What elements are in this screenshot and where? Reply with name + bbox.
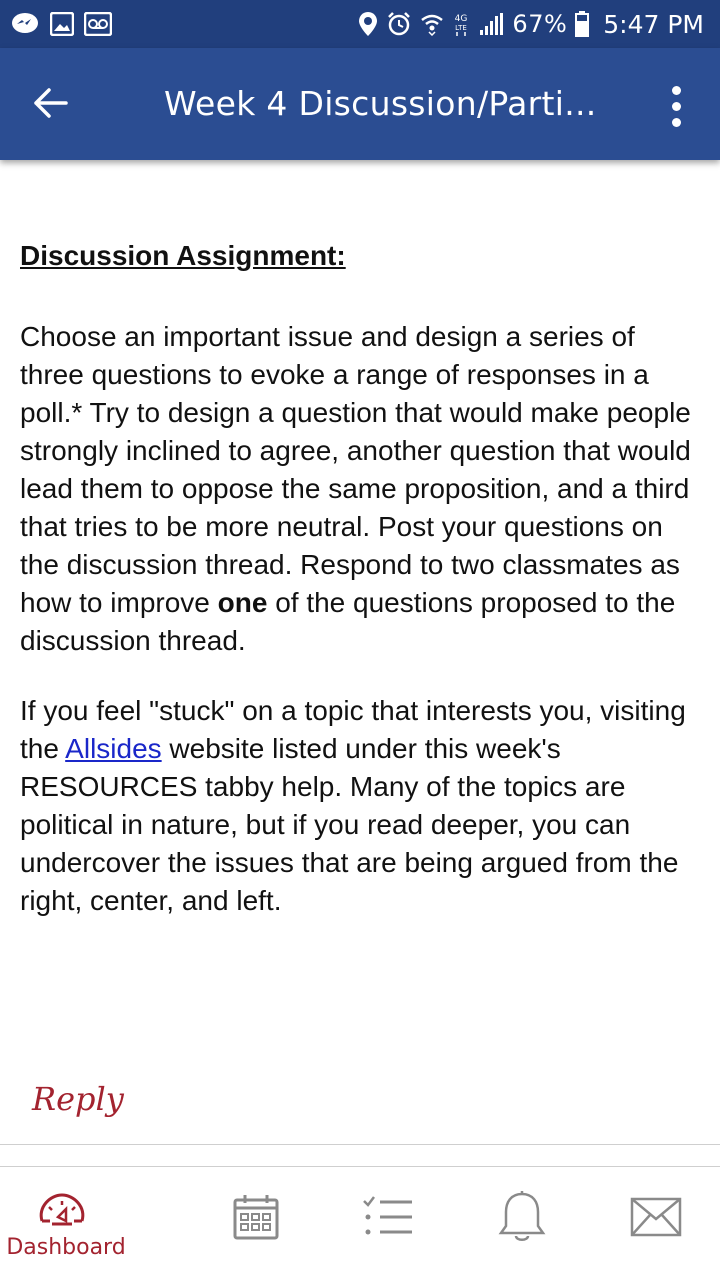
notifications-bell-icon [448, 1187, 596, 1247]
status-bar: 4G LTE 67% 5:47 PM [0, 0, 720, 48]
clock-time: 5:47 PM [603, 9, 704, 39]
alarm-icon [386, 11, 412, 37]
location-icon [358, 11, 378, 37]
wifi-icon [420, 12, 444, 36]
battery-icon [575, 11, 590, 37]
divider [0, 1144, 720, 1145]
nav-item-notifications[interactable] [448, 1167, 592, 1280]
inbox-envelope-icon [596, 1187, 716, 1247]
messenger-icon [10, 11, 40, 37]
svg-text:LTE: LTE [456, 24, 468, 32]
todo-list-icon [328, 1187, 448, 1247]
page-title: Week 4 Discussion/Parti... [164, 84, 597, 123]
network-icon: 4G LTE [452, 11, 470, 37]
status-bar-system: 4G LTE 67% 5:47 PM [358, 9, 704, 39]
status-bar-notifications [10, 10, 112, 38]
nav-label-dashboard: Dashboard [6, 1235, 126, 1260]
calendar-icon [184, 1187, 328, 1247]
back-button[interactable] [26, 78, 76, 128]
dashboard-icon [0, 1181, 124, 1241]
battery-percent: 67% [512, 10, 568, 38]
gallery-icon [50, 12, 74, 36]
nav-item-dashboard[interactable]: Dashboard [0, 1167, 144, 1280]
allsides-link[interactable]: Allsides [65, 733, 161, 764]
assignment-heading: Discussion Assignment: [20, 240, 346, 271]
more-options-button[interactable] [656, 78, 696, 134]
bottom-navigation: Dashboard [0, 1167, 720, 1280]
voicemail-icon [84, 12, 112, 36]
nav-item-calendar[interactable] [184, 1167, 328, 1280]
bold-emphasis: one [217, 587, 268, 618]
assignment-paragraph-1: Choose an important issue and design a s… [20, 318, 704, 660]
nav-item-inbox[interactable] [596, 1167, 720, 1280]
paragraph-text: Choose an important issue and design a s… [20, 321, 691, 618]
more-vertical-icon-dot [671, 117, 681, 127]
signal-icon [478, 12, 504, 36]
app-bar: Week 4 Discussion/Parti... [0, 48, 720, 160]
more-vertical-icon [671, 85, 681, 95]
arrow-left-icon [34, 88, 68, 118]
more-vertical-icon-dot [671, 101, 681, 111]
discussion-content: Discussion Assignment: Choose an importa… [20, 236, 704, 952]
svg-text:4G: 4G [455, 14, 468, 24]
assignment-paragraph-2: If you feel "stuck" on a topic that inte… [20, 692, 704, 920]
reply-button[interactable]: Reply [32, 1080, 124, 1118]
